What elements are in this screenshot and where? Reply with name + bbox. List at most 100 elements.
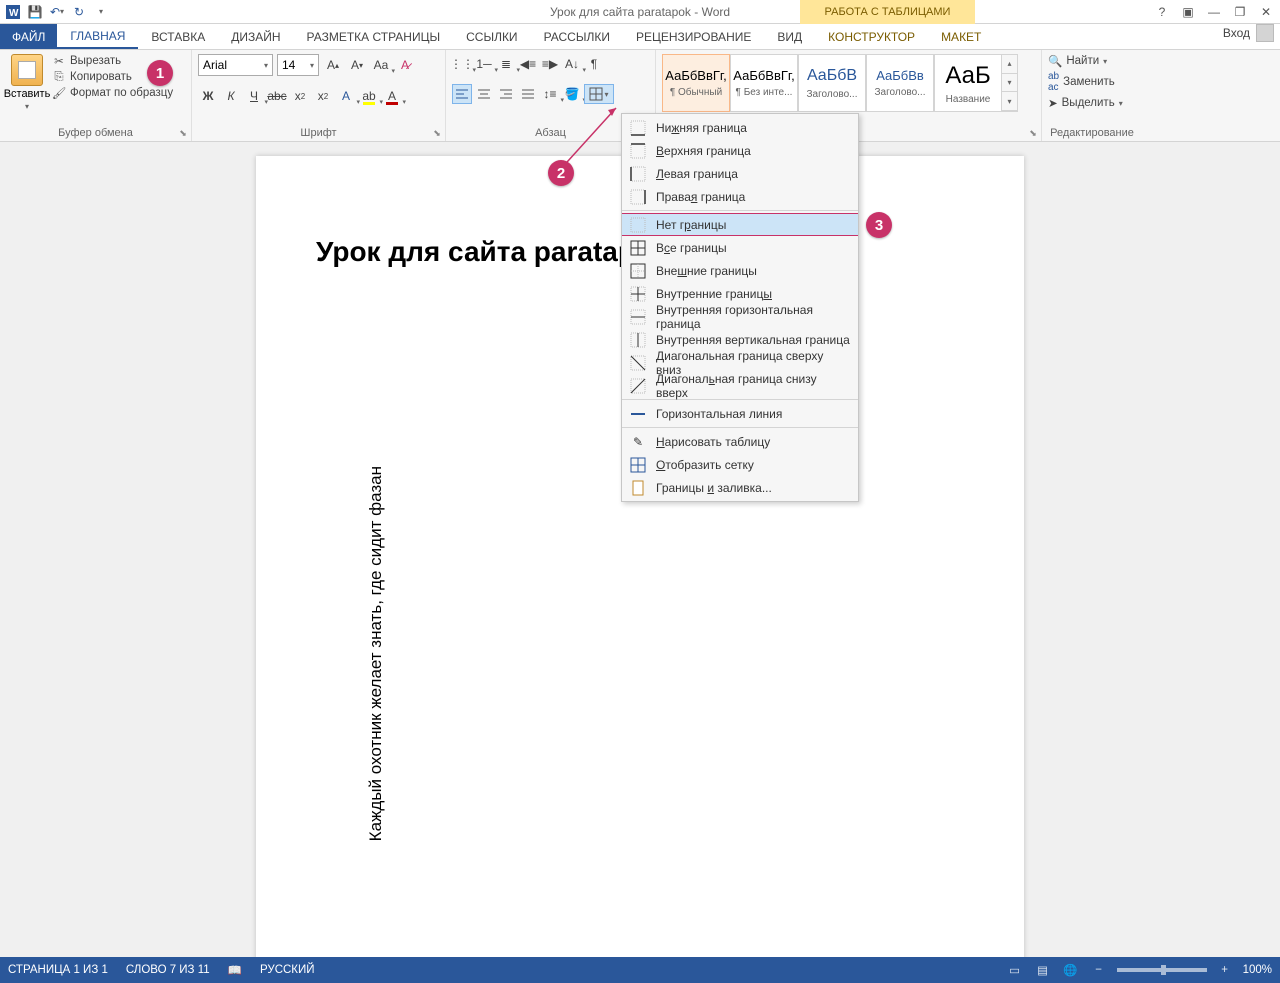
tab-constructor[interactable]: КОНСТРУКТОР [815, 24, 928, 49]
menu-border-right[interactable]: Правая граница [622, 185, 858, 208]
italic-button[interactable]: К [221, 86, 241, 106]
tab-design[interactable]: ДИЗАЙН [218, 24, 293, 49]
tab-page-layout[interactable]: РАЗМЕТКА СТРАНИЦЫ [294, 24, 454, 49]
tab-references[interactable]: ССЫЛКИ [453, 24, 530, 49]
menu-border-diag-up[interactable]: Диагональная граница снизу вверх [622, 374, 858, 397]
borders-icon [589, 87, 603, 101]
styles-scroll[interactable]: ▴▾▾ [1002, 54, 1018, 112]
redo-icon[interactable]: ↻ [70, 3, 88, 21]
justify-button[interactable] [518, 84, 538, 104]
border-outside-icon [630, 263, 646, 279]
menu-horizontal-line[interactable]: Горизонтальная линия [622, 402, 858, 425]
tab-view[interactable]: ВИД [764, 24, 815, 49]
print-layout-icon[interactable]: ▤ [1033, 961, 1053, 979]
menu-border-none[interactable]: Нет границы [622, 213, 858, 236]
zoom-slider[interactable] [1117, 968, 1207, 972]
find-button[interactable]: 🔍Найти▾ [1048, 54, 1123, 68]
maximize-icon[interactable]: ❐ [1230, 3, 1250, 21]
close-icon[interactable]: ✕ [1256, 3, 1276, 21]
borders-dropdown-menu: Нижняя граница Верхняя граница Левая гра… [621, 113, 859, 502]
format-painter-button[interactable]: 🖌Формат по образцу [52, 86, 173, 100]
help-icon[interactable]: ? [1152, 3, 1172, 21]
status-language[interactable]: РУССКИЙ [260, 964, 315, 976]
web-layout-icon[interactable]: 🌐 [1061, 961, 1081, 979]
window-controls: ? ▣ — ❐ ✕ [1152, 3, 1276, 21]
font-color-button[interactable]: A [382, 86, 402, 106]
status-proofing-icon[interactable]: 📖 [228, 963, 242, 977]
menu-view-gridlines[interactable]: Отобразить сетку [622, 453, 858, 476]
tab-review[interactable]: РЕЦЕНЗИРОВАНИЕ [623, 24, 764, 49]
style-heading2[interactable]: АаБбВвЗаголово... [866, 54, 934, 112]
read-mode-icon[interactable]: ▭ [1005, 961, 1025, 979]
qat-dropdown-icon[interactable]: ▾ [92, 3, 110, 21]
grow-font-button[interactable]: A▴ [323, 55, 343, 75]
undo-icon[interactable]: ↶▾ [48, 3, 66, 21]
tab-file[interactable]: ФАЙЛ [0, 24, 57, 49]
status-words[interactable]: СЛОВО 7 ИЗ 11 [126, 964, 210, 976]
multilevel-list-button[interactable]: ≣ [496, 54, 516, 74]
save-icon[interactable]: 💾 [26, 3, 44, 21]
decrease-indent-button[interactable]: ◀≡ [518, 54, 538, 74]
menu-border-all[interactable]: Все границы [622, 236, 858, 259]
font-name-combobox[interactable]: Arial▾ [198, 54, 273, 76]
menu-border-top[interactable]: Верхняя граница [622, 139, 858, 162]
menu-border-bottom[interactable]: Нижняя граница [622, 116, 858, 139]
strikethrough-button[interactable]: abc [267, 86, 287, 106]
style-title[interactable]: АаБНазвание [934, 54, 1002, 112]
tab-mailings[interactable]: РАССЫЛКИ [531, 24, 623, 49]
paste-button[interactable]: Вставить ▾ [6, 54, 48, 111]
border-inside-v-icon [630, 332, 646, 348]
style-no-spacing[interactable]: АаБбВвГг,¶ Без инте... [730, 54, 798, 112]
increase-indent-button[interactable]: ≡▶ [540, 54, 560, 74]
style-heading1[interactable]: АаБбВЗаголово... [798, 54, 866, 112]
tab-layout-maket[interactable]: МАКЕТ [928, 24, 994, 49]
menu-draw-table[interactable]: ✎Нарисовать таблицу [622, 430, 858, 453]
zoom-in-button[interactable]: + [1215, 961, 1235, 979]
menu-border-outside[interactable]: Внешние границы [622, 259, 858, 282]
align-right-button[interactable] [496, 84, 516, 104]
ribbon-display-icon[interactable]: ▣ [1178, 3, 1198, 21]
pencil-icon: ✎ [630, 434, 646, 450]
bold-button[interactable]: Ж [198, 86, 218, 106]
align-center-button[interactable] [474, 84, 494, 104]
numbering-button[interactable]: 1─ [474, 54, 494, 74]
font-dialog-launcher[interactable]: ⬊ [431, 127, 443, 139]
word-icon: W [4, 3, 22, 21]
style-normal[interactable]: АаБбВвГг,¶ Обычный [662, 54, 730, 112]
group-editing: 🔍Найти▾ abacЗаменить ➤Выделить▾ Редактир… [1042, 50, 1142, 141]
zoom-level[interactable]: 100% [1243, 964, 1272, 976]
sign-in[interactable]: Вход [1223, 24, 1274, 42]
clipboard-dialog-launcher[interactable]: ⬊ [177, 127, 189, 139]
sign-in-label: Вход [1223, 26, 1250, 40]
sort-button[interactable]: A↓ [562, 54, 582, 74]
change-case-button[interactable]: Aa [371, 55, 391, 75]
superscript-button[interactable]: x2 [313, 86, 333, 106]
group-editing-label: Редактирование [1048, 127, 1136, 141]
grid-icon [630, 457, 646, 473]
underline-button[interactable]: Ч [244, 86, 264, 106]
replace-button[interactable]: abacЗаменить [1048, 71, 1123, 93]
border-diag-up-icon [630, 378, 646, 394]
bullets-button[interactable]: ⋮⋮ [452, 54, 472, 74]
border-bottom-icon [630, 120, 646, 136]
subscript-button[interactable]: x2 [290, 86, 310, 106]
border-inside-h-icon [630, 309, 646, 325]
tab-insert[interactable]: ВСТАВКА [138, 24, 218, 49]
menu-border-left[interactable]: Левая граница [622, 162, 858, 185]
tab-home[interactable]: ГЛАВНАЯ [57, 24, 138, 49]
callout-2: 2 [548, 160, 574, 186]
text-effects-button[interactable]: A [336, 86, 356, 106]
status-page[interactable]: СТРАНИЦА 1 ИЗ 1 [8, 964, 108, 976]
clear-formatting-button[interactable]: A̷ [395, 55, 415, 75]
font-size-combobox[interactable]: 14▾ [277, 54, 319, 76]
align-left-button[interactable] [452, 84, 472, 104]
styles-dialog-launcher[interactable]: ⬊ [1027, 127, 1039, 139]
minimize-icon[interactable]: — [1204, 3, 1224, 21]
select-button[interactable]: ➤Выделить▾ [1048, 96, 1123, 110]
highlight-button[interactable]: ab [359, 86, 379, 106]
menu-borders-shading[interactable]: Границы и заливка... [622, 476, 858, 499]
shrink-font-button[interactable]: A▾ [347, 55, 367, 75]
show-hide-button[interactable]: ¶ [584, 54, 604, 74]
zoom-out-button[interactable]: − [1089, 961, 1109, 979]
menu-border-inside-h[interactable]: Внутренняя горизонтальная граница [622, 305, 858, 328]
